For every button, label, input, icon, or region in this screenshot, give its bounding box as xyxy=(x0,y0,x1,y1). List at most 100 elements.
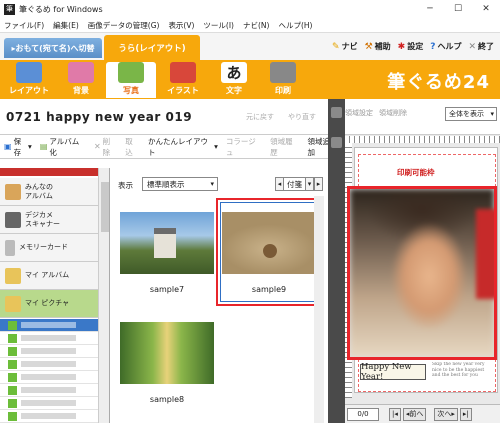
photo-area[interactable] xyxy=(347,186,497,360)
import-button[interactable]: 取込 xyxy=(125,136,140,158)
help-button[interactable]: ? ヘルプ xyxy=(430,41,461,52)
first-page-icon[interactable]: |◂ xyxy=(389,407,401,421)
redo-button[interactable]: やり直す xyxy=(288,112,316,122)
collage-button[interactable]: コラージュ xyxy=(226,136,262,158)
thumbnail-caption: sample9 xyxy=(251,285,287,294)
tag-label[interactable]: 付箋 xyxy=(284,177,305,191)
folder-row[interactable] xyxy=(0,319,98,332)
tool-background-label: 背景 xyxy=(73,86,89,95)
greeting-message[interactable]: Skip the new year very nice to be the ha… xyxy=(432,362,492,384)
folder-icon xyxy=(8,411,17,421)
save-button[interactable]: ▣ 保存 ▾ xyxy=(4,136,32,158)
easy-layout-button[interactable]: かんたんレイアウト ▾ xyxy=(148,136,218,158)
save-dropdown-icon: ▾ xyxy=(28,142,32,151)
folder-row[interactable] xyxy=(0,397,98,410)
menu-help[interactable]: ヘルプ(H) xyxy=(278,20,312,31)
source-my-pictures[interactable]: マイ ピクチャ xyxy=(0,290,98,318)
source-label: みんなの アルバム xyxy=(25,182,53,200)
close-button[interactable]: ✕ xyxy=(472,0,500,18)
last-page-icon[interactable]: ▸| xyxy=(459,407,472,421)
source-label: メモリーカード xyxy=(19,243,68,251)
view-select-value: 全体を表示 xyxy=(449,110,484,118)
prev-arrow-icon[interactable]: ◂ xyxy=(275,177,284,191)
save-label: 保存 xyxy=(13,136,22,157)
folder-icon xyxy=(8,333,17,343)
import-label: 取込 xyxy=(125,136,133,157)
greeting-text-box[interactable]: Happy New Year! xyxy=(360,362,426,382)
folder-row[interactable] xyxy=(0,345,98,358)
prev-label: 前へ xyxy=(409,410,424,418)
source-scrollbar[interactable] xyxy=(98,168,109,423)
thumbnail-scrollbar[interactable] xyxy=(314,196,324,423)
next-page-button[interactable]: 次へ ▸ xyxy=(434,407,458,421)
horizontal-ruler xyxy=(345,136,500,143)
sort-select[interactable]: 標準順表示 ▾ xyxy=(142,177,218,191)
menu-navi[interactable]: ナビ(N) xyxy=(243,20,269,31)
window-controls: ─ ☐ ✕ xyxy=(416,0,500,18)
chevron-down-icon: ▾ xyxy=(490,110,494,118)
area-history-button[interactable]: 領域履歴 xyxy=(270,136,299,158)
ura-layout-tab[interactable]: うら(レイアウト) xyxy=(104,35,200,61)
minimize-button[interactable]: ─ xyxy=(416,0,444,18)
strip-button[interactable] xyxy=(331,137,342,148)
tool-illustration[interactable]: イラスト xyxy=(158,62,208,98)
area-settings-button[interactable]: 領域設定 xyxy=(345,108,373,118)
delete-button[interactable]: ✕ 削除 xyxy=(94,136,117,158)
menu-edit[interactable]: 編集(E) xyxy=(53,20,79,31)
close-icon: ✕ xyxy=(468,41,476,52)
thumbnail-caption: sample8 xyxy=(149,395,185,404)
area-delete-button[interactable]: 領域削除 xyxy=(379,108,407,118)
exit-label: 終了 xyxy=(478,42,494,51)
tool-photo[interactable]: 写真 xyxy=(106,62,156,98)
strip-button[interactable] xyxy=(331,107,342,118)
source-minna-album[interactable]: みんなの アルバム xyxy=(0,178,98,206)
castle-shape xyxy=(154,228,176,258)
view-select[interactable]: 全体を表示 ▾ xyxy=(445,107,497,121)
folder-row[interactable] xyxy=(0,410,98,423)
next-arrow-icon: ▸ xyxy=(451,410,455,418)
dropdown-arrow-icon[interactable]: ▾ xyxy=(305,177,314,191)
scrollbar-thumb[interactable] xyxy=(101,182,109,232)
prev-page-button[interactable]: ◂ 前へ xyxy=(402,407,427,421)
maximize-button[interactable]: ☐ xyxy=(444,0,472,18)
hojo-button[interactable]: ⚒ 補助 xyxy=(365,41,391,52)
menu-file[interactable]: ファイル(F) xyxy=(4,20,44,31)
tool-background[interactable]: 背景 xyxy=(56,62,106,98)
folder-row[interactable] xyxy=(0,332,98,345)
album-icon: ▤ xyxy=(39,142,48,151)
thumbnail-sample8[interactable]: sample8 xyxy=(114,308,220,416)
navi-button[interactable]: ✎ ナビ xyxy=(332,41,358,52)
panel-header-bar xyxy=(0,168,98,176)
settings-button[interactable]: ✱ 設定 xyxy=(398,41,424,52)
camera-icon xyxy=(5,211,21,228)
thumbnail-caption: sample7 xyxy=(149,285,185,294)
menu-image-manage[interactable]: 画像データの管理(G) xyxy=(88,20,160,31)
tool-photo-label: 写真 xyxy=(123,86,139,95)
folder-row[interactable] xyxy=(0,371,98,384)
tool-text[interactable]: あ 文字 xyxy=(209,62,259,98)
app-icon: 筆 xyxy=(4,3,15,15)
album-button[interactable]: ▤ アルバム化 xyxy=(40,136,86,158)
menu-view[interactable]: 表示(V) xyxy=(168,20,194,31)
thumbnail-sample9[interactable]: sample9 xyxy=(216,198,322,306)
source-camera-scanner[interactable]: デジカメ スキャナー xyxy=(0,206,98,234)
folder-icon xyxy=(8,372,17,382)
folder-row[interactable] xyxy=(0,358,98,371)
menu-tools[interactable]: ツール(I) xyxy=(203,20,234,31)
album-label: アルバム化 xyxy=(49,136,80,157)
source-label: マイ ピクチャ xyxy=(25,299,70,307)
tool-print[interactable]: 印刷 xyxy=(258,62,308,98)
exit-button[interactable]: ✕ 終了 xyxy=(468,41,494,52)
next-arrow-icon[interactable]: ▸ xyxy=(314,177,323,191)
omote-switch-tab[interactable]: ▸おもて(宛て名)へ切替 xyxy=(4,38,102,58)
source-my-album[interactable]: マイ アルバム xyxy=(0,262,98,290)
folder-row[interactable] xyxy=(0,384,98,397)
undo-button[interactable]: 元に戻す xyxy=(246,112,274,122)
tool-layout[interactable]: レイアウト xyxy=(4,62,54,98)
easy-layout-dropdown-icon: ▾ xyxy=(214,142,218,151)
thumbnail-sample7[interactable]: sample7 xyxy=(114,198,220,306)
source-memory-card[interactable]: メモリーカード xyxy=(0,234,98,262)
photo-red-detail xyxy=(476,209,494,299)
sort-value: 標準順表示 xyxy=(147,179,185,189)
hojo-label: 補助 xyxy=(374,42,391,51)
